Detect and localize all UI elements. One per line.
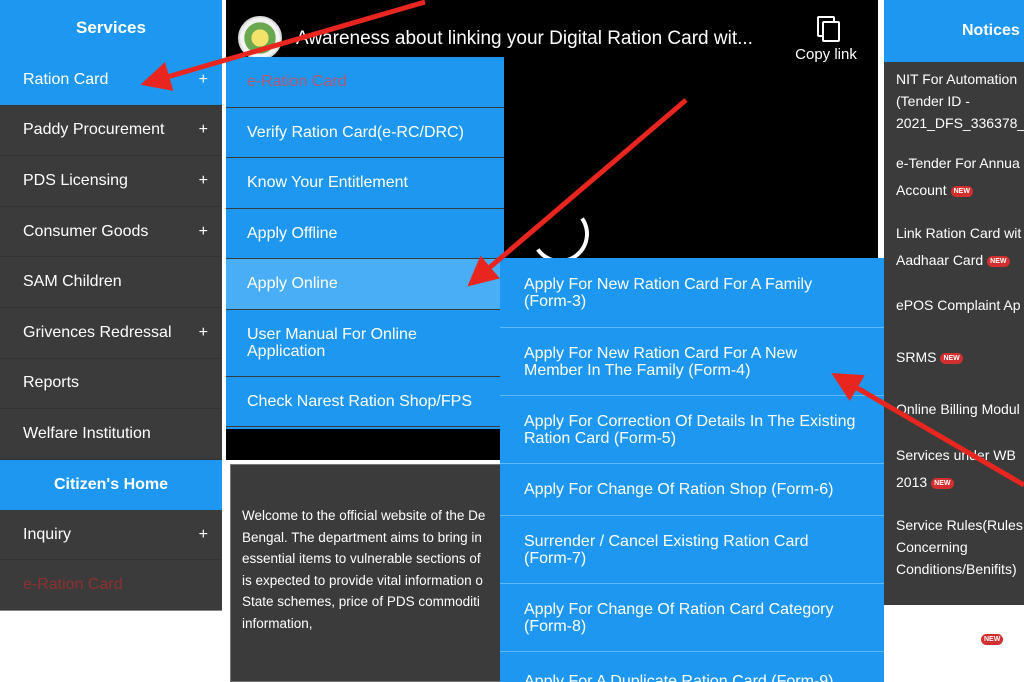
notice-line: (Tender ID - <box>896 93 970 109</box>
plus-icon[interactable]: + <box>199 324 208 342</box>
notice-line: Service Rules(Rules <box>896 517 1023 533</box>
sidebar-item-label: Reports <box>23 374 80 392</box>
notice-line: NIT For Automation <box>896 71 1018 87</box>
notice-line: Services under WB <box>896 447 1016 463</box>
notice-line: Concerning <box>896 539 968 555</box>
submenu-item-verify-ration-card[interactable]: Verify Ration Card(e-RC/DRC) <box>226 108 504 158</box>
submenu-item-apply-online[interactable]: Apply Online <box>226 259 504 310</box>
notice-line: ePOS Complaint Ap <box>896 297 1021 313</box>
sidebar-item-inquiry[interactable]: Inquiry + <box>0 510 222 561</box>
services-header: Services <box>0 0 222 55</box>
sidebar-item-label: PDS Licensing <box>23 171 128 189</box>
notices-panel: Notices NIT For Automation (Tender ID - … <box>884 0 1024 605</box>
welcome-text-box: Welcome to the official website of the D… <box>230 464 520 682</box>
copy-link-button[interactable]: Copy link <box>786 16 866 63</box>
sidebar-item-label: e-Ration Card <box>23 576 123 594</box>
notice-item[interactable]: Service Rules(Rules Concerning Condition… <box>884 514 1024 580</box>
welcome-line: State schemes, price of PDS commoditi <box>242 594 480 609</box>
plus-icon[interactable]: + <box>199 71 208 89</box>
copy-link-label: Copy link <box>795 46 857 63</box>
sidebar-item-label: Welfare Institution <box>23 424 151 442</box>
sidebar-item-label: Inquiry <box>23 525 72 543</box>
notice-line: e-Tender For Annua <box>896 155 1020 171</box>
notice-line: Conditions/Benifits) <box>896 561 1017 577</box>
sidebar-item-sam-children[interactable]: SAM Children <box>0 257 222 308</box>
sidebar-item-paddy-procurement[interactable]: Paddy Procurement + <box>0 106 222 157</box>
apply-item-form-4[interactable]: Apply For New Ration Card For A New Memb… <box>500 328 884 396</box>
welcome-line: Bengal. The department aims to bring in <box>242 529 482 545</box>
notice-item[interactable]: NIT For Automation (Tender ID - 2021_DFS… <box>884 68 1024 134</box>
plus-icon[interactable]: + <box>199 121 208 139</box>
new-badge-icon: NEW <box>981 634 1004 645</box>
submenu-item-know-your-entitlement[interactable]: Know Your Entitlement <box>226 158 504 209</box>
apply-online-submenu: Apply For New Ration Card For A Family (… <box>500 258 884 682</box>
apply-item-form-6[interactable]: Apply For Change Of Ration Shop (Form-6) <box>500 464 884 516</box>
citizens-home-header: Citizen's Home <box>0 459 222 510</box>
notice-item[interactable]: ePOS Complaint Ap <box>884 294 1024 316</box>
plus-icon[interactable]: + <box>199 223 208 241</box>
notice-line: SRMS <box>896 349 937 365</box>
submenu-item-check-ration-shop[interactable]: Check Narest Ration Shop/FPS <box>226 377 504 427</box>
sidebar-item-label: Paddy Procurement <box>23 121 165 139</box>
sidebar-item-label: Consumer Goods <box>23 222 149 240</box>
services-sidebar: Services Ration Card + Paddy Procurement… <box>0 0 222 611</box>
sidebar-item-consumer-goods[interactable]: Consumer Goods + <box>0 207 222 258</box>
ration-card-submenu: e-Ration Card Verify Ration Card(e-RC/DR… <box>226 57 504 429</box>
plus-icon[interactable]: + <box>199 526 208 544</box>
notice-item[interactable]: SRMS NEW <box>884 346 1024 368</box>
sidebar-item-e-ration-card[interactable]: e-Ration Card <box>0 560 222 611</box>
apply-item-form-7[interactable]: Surrender / Cancel Existing Ration Card … <box>500 516 884 584</box>
apply-item-form-8[interactable]: Apply For Change Of Ration Card Category… <box>500 584 884 652</box>
sidebar-item-reports[interactable]: Reports <box>0 359 222 410</box>
submenu-item-apply-offline[interactable]: Apply Offline <box>226 209 504 259</box>
notice-line: 2021_DFS_336378_ <box>896 115 1024 131</box>
copy-icon <box>815 16 840 42</box>
submenu-item-e-ration-card[interactable]: e-Ration Card <box>226 57 504 108</box>
welcome-line: essential items to vulnerable sections o… <box>242 551 481 566</box>
notice-line: Account <box>896 182 947 198</box>
new-badge-icon: NEW <box>950 185 973 197</box>
sidebar-item-pds-licensing[interactable]: PDS Licensing + <box>0 156 222 207</box>
notice-item[interactable]: Services under WB 2013 NEW <box>884 442 1024 496</box>
channel-logo[interactable] <box>238 16 282 60</box>
video-title[interactable]: Awareness about linking your Digital Rat… <box>296 28 753 50</box>
plus-icon[interactable]: + <box>199 172 208 190</box>
sidebar-item-label: SAM Children <box>23 273 122 291</box>
sidebar-item-label: Ration Card <box>23 70 109 88</box>
apply-item-form-3[interactable]: Apply For New Ration Card For A Family (… <box>500 258 884 328</box>
notice-line: Aadhaar Card <box>896 252 984 268</box>
sidebar-item-grivences-redressal[interactable]: Grivences Redressal + <box>0 308 222 359</box>
new-badge-icon: NEW <box>987 255 1010 267</box>
notice-item[interactable]: Link Ration Card wit Aadhaar Card NEW <box>884 220 1024 274</box>
new-badge-icon: NEW <box>940 352 963 364</box>
sidebar-item-label: Grivences Redressal <box>23 323 172 341</box>
sidebar-item-ration-card[interactable]: Ration Card + <box>0 55 222 106</box>
welcome-line: Welcome to the official website of the D… <box>242 508 486 523</box>
notice-line: Link Ration Card wit <box>896 225 1022 241</box>
notices-header: Notices <box>884 0 1024 62</box>
notice-item[interactable]: Online Billing Modul <box>884 398 1024 420</box>
new-badge-icon: NEW <box>931 477 954 489</box>
apply-item-form-5[interactable]: Apply For Correction Of Details In The E… <box>500 396 884 464</box>
notice-item[interactable]: e-Tender For Annua Account NEW <box>884 150 1024 204</box>
welcome-line: information, <box>242 615 313 631</box>
submenu-item-user-manual[interactable]: User Manual For Online Application <box>226 310 504 377</box>
notice-line: Online Billing Modul <box>896 401 1020 417</box>
welcome-line: is expected to provide vital information… <box>242 572 483 588</box>
notice-line: 2013 <box>896 474 928 490</box>
apply-item-form-9[interactable]: Apply For A Duplicate Ration Card (Form-… <box>500 652 884 682</box>
sidebar-item-welfare-institution[interactable]: Welfare Institution <box>0 409 222 460</box>
